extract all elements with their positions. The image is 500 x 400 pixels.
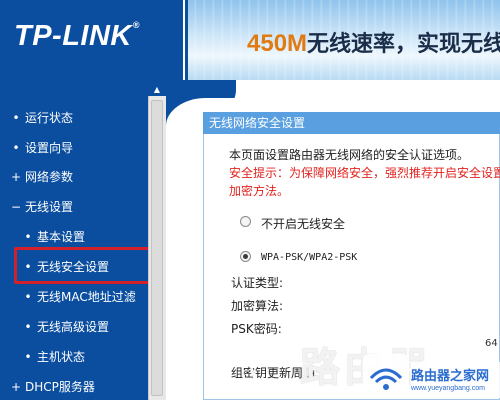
banner-text: 无线速率，实现无线 xyxy=(307,32,500,57)
sidebar-item-label: 主机状态 xyxy=(37,350,86,364)
radio-no-security[interactable] xyxy=(240,216,251,227)
security-warning: 安全提示：为保障网络安全，强烈推荐开启安全设置 xyxy=(229,166,500,180)
psk-password-value: 64 xyxy=(485,338,498,349)
watermark-brand: 路由器之家网 xyxy=(411,369,490,384)
sidebar-item-mac-filter[interactable]: • 无线MAC地址过滤 xyxy=(0,284,148,310)
registered-mark: ® xyxy=(132,20,141,30)
banner-speed: 450M xyxy=(247,30,308,57)
sidebar-item-dhcp[interactable]: + DHCP服务器 xyxy=(0,374,148,400)
watermark-url: www.yueyangbang.com xyxy=(411,385,485,392)
collapse-icon: − xyxy=(10,200,22,214)
security-warning-cont: 加密方法。 xyxy=(229,184,290,198)
sidebar-item-label: 基本设置 xyxy=(37,230,86,244)
sidebar-item-label: DHCP服务器 xyxy=(25,380,95,394)
bullet-icon: • xyxy=(24,290,32,304)
bullet-icon: • xyxy=(12,111,20,125)
bullet-icon: • xyxy=(24,320,32,334)
tp-link-logo: TP-LINK® xyxy=(14,20,140,53)
sidebar-item-network[interactable]: + 网络参数 xyxy=(0,164,148,190)
option-no-security-label: 不开启无线安全 xyxy=(261,217,346,231)
expand-icon: + xyxy=(10,170,22,184)
logo-area: TP-LINK® xyxy=(0,0,185,80)
sidebar-item-label: 运行状态 xyxy=(25,111,74,125)
sidebar-item-label: 网络参数 xyxy=(25,170,74,184)
option-wpa-psk-label: WPA-PSK/WPA2-PSK xyxy=(261,252,358,263)
auth-type-label: 认证类型: xyxy=(231,276,284,290)
banner-slogan: 450M无线速率，实现无线 xyxy=(247,26,500,58)
encryption-label: 加密算法: xyxy=(231,299,284,313)
scroll-up-arrow-icon[interactable]: ▲ xyxy=(151,84,163,96)
bullet-icon: • xyxy=(24,350,32,364)
sidebar-item-status[interactable]: • 运行状态 xyxy=(0,105,148,131)
radio-wpa-psk[interactable] xyxy=(240,251,251,262)
sidebar-item-wizard[interactable]: • 设置向导 xyxy=(0,135,148,161)
logo-text: TP-LINK xyxy=(14,20,132,52)
sidebar-item-label: 无线设置 xyxy=(25,200,74,214)
panel-description: 本页面设置路由器无线网络的安全认证选项。 xyxy=(229,148,470,162)
sidebar-item-wireless[interactable]: − 无线设置 xyxy=(0,194,148,220)
router-home-logo-icon xyxy=(363,354,409,396)
sidebar-item-label: 无线MAC地址过滤 xyxy=(37,290,136,304)
scrollbar-thumb[interactable] xyxy=(151,100,163,396)
sidebar-item-wireless-advanced[interactable]: • 无线高级设置 xyxy=(0,314,148,340)
sidebar-item-label: 无线高级设置 xyxy=(37,320,110,334)
bullet-icon: • xyxy=(12,141,20,155)
panel-title: 无线网络安全设置 xyxy=(203,112,500,134)
sidebar-item-label: 设置向导 xyxy=(25,141,74,155)
sidebar-item-host-status[interactable]: • 主机状态 xyxy=(0,344,148,370)
expand-icon: + xyxy=(10,380,22,394)
highlight-box xyxy=(14,247,159,284)
sidebar-menu: • 运行状态 • 设置向导 + 网络参数 − 无线设置 • 基本设置 • 无线安全设置 • 无… xyxy=(0,80,148,400)
